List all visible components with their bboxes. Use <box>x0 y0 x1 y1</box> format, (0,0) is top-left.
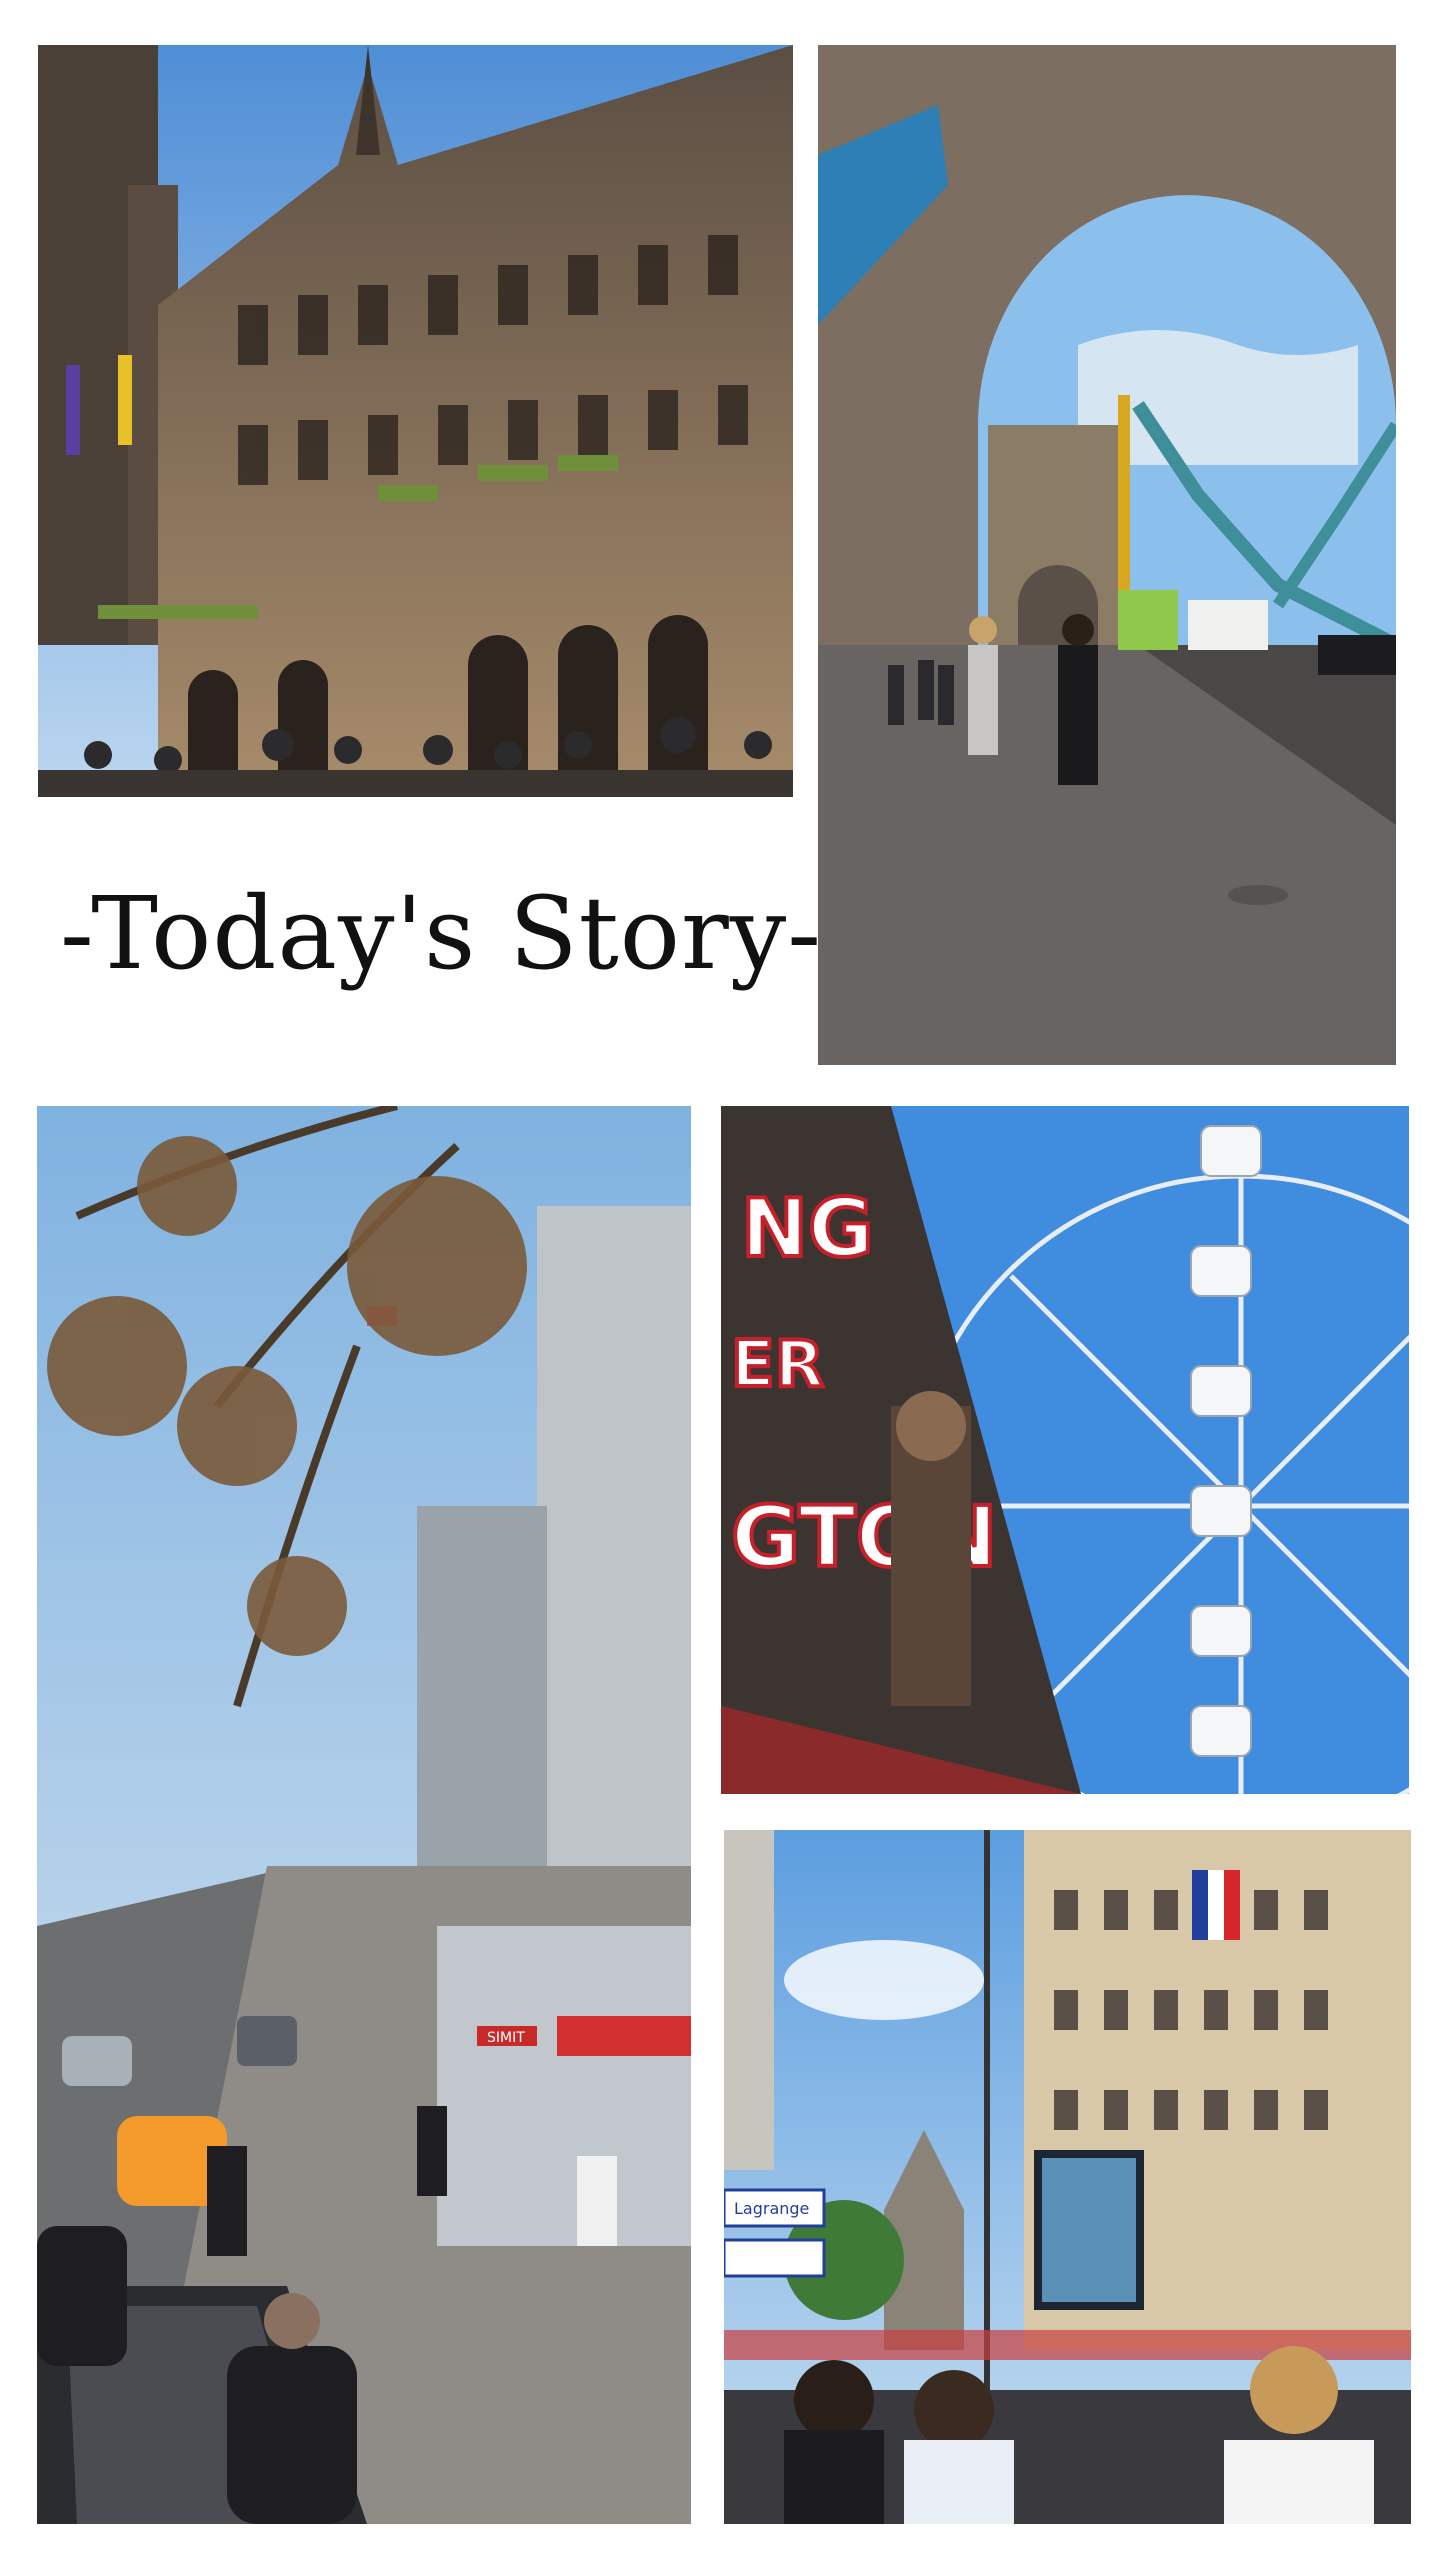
street-sign: Lagrange <box>734 2199 809 2218</box>
photo-ferris-wheel: NG ER GTON <box>721 1106 1409 1794</box>
photo-paris-street: Lagrange <box>724 1830 1411 2524</box>
photo-gothic-town-hall <box>38 45 793 797</box>
neon-sign-mid: ER <box>731 1328 824 1402</box>
story-title: -Today's Story- <box>60 875 823 992</box>
photo-bridge-arch <box>818 45 1396 1065</box>
neon-sign-top: NG <box>741 1182 874 1275</box>
store-sign: SIMIT <box>487 2030 525 2046</box>
photo-street-escalator: SIMIT <box>37 1106 691 2524</box>
